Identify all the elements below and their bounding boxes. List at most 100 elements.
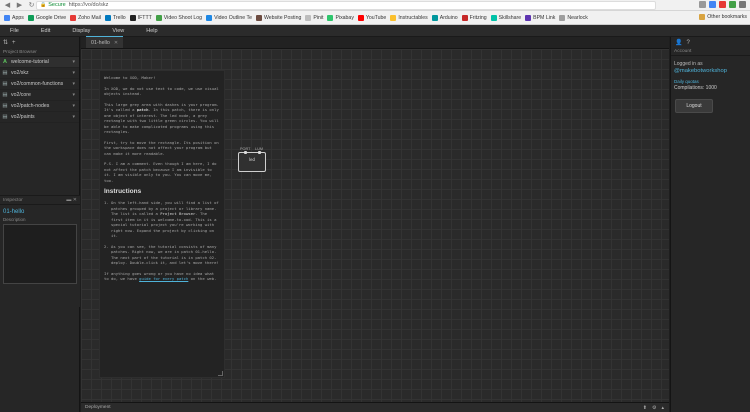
bookmark-item[interactable]: Website Posting: [255, 14, 301, 21]
deployment-label: Deployment: [85, 405, 111, 410]
menu-edit[interactable]: Edit: [41, 28, 50, 34]
bookmark-icon: [431, 14, 438, 21]
url-text: https://vo/do/skz: [68, 2, 109, 8]
tab-bar: 01-hello ✕: [81, 36, 669, 49]
library-icon: ▤: [2, 70, 8, 76]
forward-icon[interactable]: ▶: [15, 1, 24, 10]
add-patch-icon[interactable]: ⇅: [3, 39, 8, 46]
bookmark-item[interactable]: Apps: [4, 14, 24, 21]
inspector-title: 01-hello: [3, 209, 25, 215]
comment-paragraph: Welcome to XOD, Maker!: [104, 75, 156, 80]
bookmark-item[interactable]: Fritzing: [461, 14, 487, 21]
resize-handle[interactable]: [218, 371, 223, 376]
bookmark-icon: [70, 14, 77, 21]
bookmark-item[interactable]: Pinit: [305, 14, 323, 21]
menu-file[interactable]: File: [10, 28, 19, 34]
project-item[interactable]: ▤ vo2/paints ▾: [0, 112, 79, 123]
extension-icons: [699, 1, 746, 8]
chevron-down-icon[interactable]: ▾: [72, 81, 75, 87]
menu-help[interactable]: Help: [146, 28, 157, 34]
chevron-down-icon[interactable]: ▾: [72, 103, 75, 109]
led-node[interactable]: PORT LUM led: [238, 147, 266, 172]
comment-paragraph: If anything goes wrong or you have no id…: [104, 270, 217, 282]
reload-icon[interactable]: ↻: [27, 1, 36, 10]
gear-icon[interactable]: ⚙: [652, 405, 656, 411]
expand-icon[interactable]: ▴: [661, 405, 664, 411]
menu-view[interactable]: View: [112, 28, 124, 34]
project-item[interactable]: ▤ vo2/patch-nodes ▾: [0, 101, 79, 112]
patch-canvas[interactable]: Welcome to XOD, Maker! In XOD, we do not…: [81, 49, 669, 402]
project-item[interactable]: ▤ vo2/skz ▾: [0, 68, 79, 79]
comment-paragraph: First, try to move the rectangle. Its po…: [104, 139, 222, 156]
bookmark-item[interactable]: YouTube: [357, 14, 386, 21]
library-icon: ▤: [2, 92, 8, 98]
library-icon: ▤: [2, 114, 8, 120]
chevron-down-icon[interactable]: ▾: [72, 70, 75, 76]
lock-icon: 🔒: [40, 2, 47, 8]
extension-icon[interactable]: [719, 1, 726, 8]
bookmark-item[interactable]: Skillshare: [490, 14, 521, 21]
input-port[interactable]: [258, 151, 261, 154]
collapse-icon[interactable]: ▬ ✕: [66, 196, 77, 205]
extension-icon[interactable]: [729, 1, 736, 8]
project-item[interactable]: Awelcome-tutorial ▾: [0, 57, 79, 68]
bookmark-item[interactable]: Zoho Mail: [70, 14, 101, 21]
close-icon[interactable]: ✕: [114, 37, 118, 49]
logout-button[interactable]: Logout: [675, 99, 713, 113]
comment-paragraph: In XOD, we do not use text to code, we u…: [104, 85, 222, 97]
bookmark-item[interactable]: Google Drive: [27, 14, 66, 21]
help-icon[interactable]: ?: [686, 40, 689, 46]
extension-icon[interactable]: [699, 1, 706, 8]
extension-icon[interactable]: [709, 1, 716, 8]
bookmark-item[interactable]: Nearlock: [559, 14, 588, 21]
bookmark-item[interactable]: Instructables: [390, 14, 428, 21]
description-label: Description: [3, 217, 26, 222]
add-icon[interactable]: +: [12, 40, 16, 46]
bookmark-item[interactable]: Video Outline Te: [206, 14, 252, 21]
menu-display[interactable]: Display: [72, 28, 90, 34]
comment-paragraph: P.S. I am a comment. Even though I am he…: [104, 161, 219, 183]
logged-in-label: Logged in as: [674, 61, 703, 67]
bookmark-item[interactable]: Trello: [104, 14, 126, 21]
project-item[interactable]: ▤ vo2/core ▾: [0, 90, 79, 101]
description-field[interactable]: [3, 224, 77, 284]
bookmark-item[interactable]: Video Shoot Log: [155, 14, 202, 21]
comment-node[interactable]: Welcome to XOD, Maker! In XOD, we do not…: [99, 70, 225, 378]
user-icon[interactable]: 👤: [675, 39, 682, 46]
project-browser-header: Project Browser: [0, 48, 79, 57]
instruction-item: 1. On the left-hand side, you will find …: [104, 200, 219, 238]
instruction-item: 2. As you can see, the tutorial consists…: [104, 243, 219, 266]
chevron-down-icon[interactable]: ▾: [72, 92, 75, 98]
inspector-panel: Inspector ▬ ✕ 01-hello Description: [0, 195, 80, 307]
project-label: vo2/paints: [11, 114, 35, 120]
tutorial-icon: A: [3, 59, 7, 65]
chevron-down-icon[interactable]: ▾: [72, 114, 75, 120]
menu-icon[interactable]: [739, 1, 746, 8]
bookmark-item[interactable]: BPM Link: [525, 14, 555, 21]
library-icon: ▤: [2, 103, 8, 109]
inspector-header: Inspector ▬ ✕: [0, 196, 80, 205]
chevron-down-icon[interactable]: ▾: [72, 59, 75, 65]
bookmark-item[interactable]: Arduino: [431, 14, 458, 21]
bookmark-icon: [327, 14, 334, 21]
tab-01-hello[interactable]: 01-hello ✕: [86, 36, 124, 49]
other-bookmarks[interactable]: Other bookmarks: [699, 14, 747, 20]
address-bar[interactable]: 🔒 Secure https://vo/do/skz: [36, 1, 656, 10]
deployment-bar[interactable]: Deployment ⬆ ⚙ ▴: [81, 402, 669, 412]
bookmarks-bar: Apps Google Drive Zoho Mail Trello IFTTT Vide…: [0, 11, 750, 25]
input-port[interactable]: [244, 151, 247, 154]
folder-icon: [699, 14, 706, 20]
account-header: Account: [671, 48, 750, 56]
guide-link[interactable]: guide for every patch: [139, 276, 188, 281]
deployment-controls: ⬆ ⚙ ▴: [643, 405, 664, 411]
upload-icon[interactable]: ⬆: [643, 405, 647, 411]
bookmark-icon: [390, 14, 397, 21]
back-icon[interactable]: ◀: [3, 1, 12, 10]
bookmark-item[interactable]: IFTTT: [129, 14, 152, 21]
bookmark-item[interactable]: Pixabay: [327, 14, 354, 21]
browser-toolbar: ◀ ▶ ↻ 🔒 Secure https://vo/do/skz: [0, 0, 750, 11]
bookmark-icon: [129, 14, 136, 21]
project-label: vo2/core: [11, 92, 31, 98]
bookmark-icon: [525, 14, 532, 21]
project-item[interactable]: ▤ vo2/common-functions ▾: [0, 79, 79, 90]
